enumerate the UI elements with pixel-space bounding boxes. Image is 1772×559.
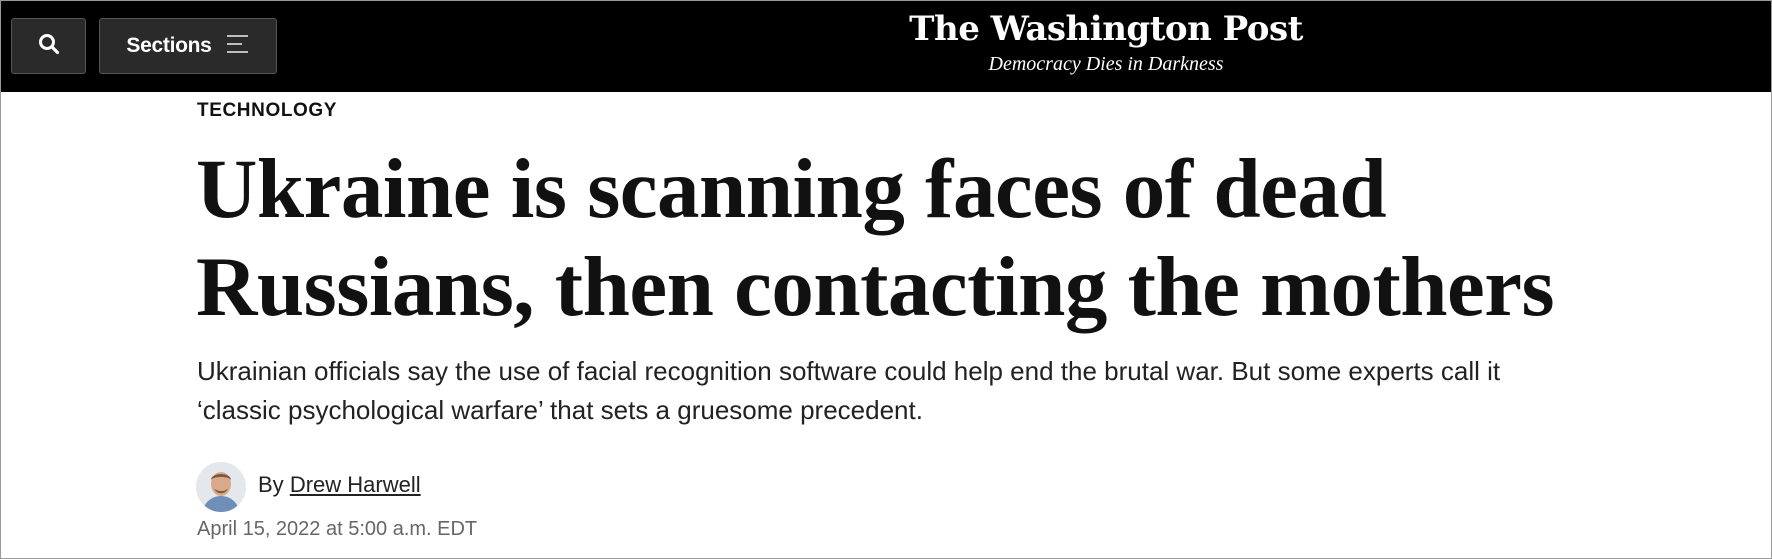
author-avatar[interactable] xyxy=(196,462,246,512)
byline-prefix: By xyxy=(258,472,284,497)
search-button[interactable] xyxy=(11,18,86,74)
byline: By Drew Harwell xyxy=(258,472,421,498)
top-navigation-bar: Sections The Washington Post Democracy D… xyxy=(0,0,1772,92)
sections-label: Sections xyxy=(126,34,212,57)
hamburger-menu-icon xyxy=(226,33,250,60)
search-icon xyxy=(38,33,60,60)
washington-post-logo[interactable]: The Washington Post xyxy=(906,6,1306,52)
article-subheadline: Ukrainian officials say the use of facia… xyxy=(197,352,1647,430)
sections-menu-button[interactable]: Sections xyxy=(99,18,277,74)
masthead[interactable]: The Washington Post Democracy Dies in Da… xyxy=(906,6,1306,86)
section-kicker[interactable]: TECHNOLOGY xyxy=(197,100,337,122)
headline-line-2: Russians, then contacting the mothers xyxy=(196,240,1555,334)
headline-line-1: Ukraine is scanning faces of dead xyxy=(196,142,1387,236)
publish-timestamp: April 15, 2022 at 5:00 a.m. EDT xyxy=(197,518,478,540)
tagline: Democracy Dies in Darkness xyxy=(988,53,1224,75)
headline: Ukraine is scanning faces of dead Russia… xyxy=(196,140,1716,336)
dek-line-1: Ukrainian officials say the use of facia… xyxy=(197,356,1501,386)
dek-line-2: ‘classic psychological warfare’ that set… xyxy=(197,395,923,425)
author-link[interactable]: Drew Harwell xyxy=(290,472,421,497)
